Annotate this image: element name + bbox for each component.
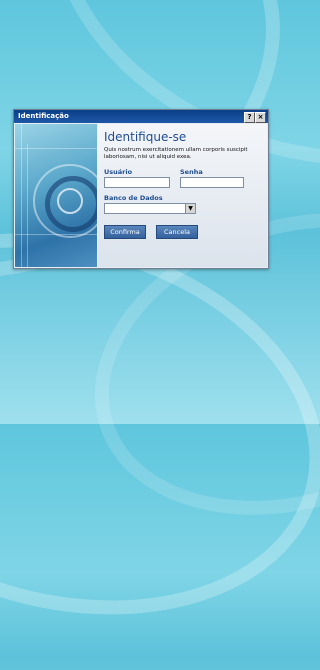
password-input[interactable] — [180, 177, 244, 188]
form-heading: Identifique-se — [104, 130, 187, 144]
dialog-artwork — [15, 124, 97, 267]
cancel-button[interactable]: Cancela — [156, 225, 198, 239]
password-label: Senha — [180, 168, 203, 176]
login-form: Identifique-se Quis nostrum exercitation… — [98, 124, 267, 267]
chevron-down-icon[interactable]: ▼ — [185, 204, 195, 213]
database-select[interactable]: ▼ — [104, 203, 196, 214]
close-button[interactable]: × — [255, 112, 266, 123]
user-input[interactable] — [104, 177, 170, 188]
art-ring — [57, 188, 83, 214]
art-line — [27, 144, 28, 267]
art-line — [15, 148, 97, 149]
art-line — [21, 124, 22, 267]
confirm-button[interactable]: Confirma — [104, 225, 146, 239]
database-label: Banco de Dados — [104, 194, 163, 202]
login-dialog: Identificação ? × Identifique-se Quis no… — [13, 109, 269, 269]
user-label: Usuário — [104, 168, 133, 176]
help-button[interactable]: ? — [244, 112, 255, 123]
dialog-titlebar[interactable]: Identificação ? × — [14, 110, 268, 123]
dialog-title: Identificação — [18, 112, 69, 120]
form-description: Quis nostrum exercitationem ullam corpor… — [104, 147, 248, 160]
